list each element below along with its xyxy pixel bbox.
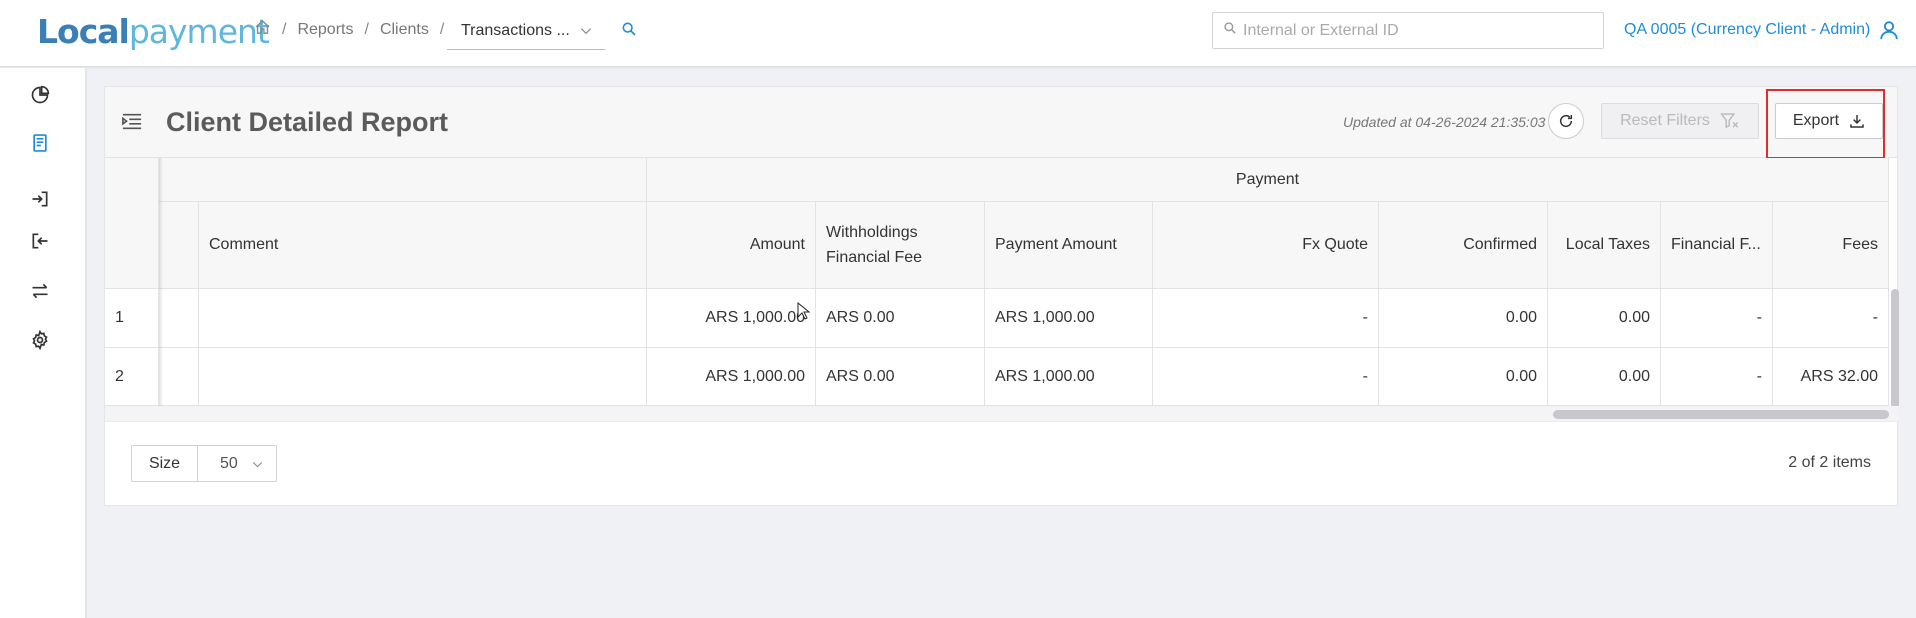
top-header: Localpayment / Reports / Clients / Trans…: [0, 0, 1916, 67]
table-cell-payment-amount: ARS 1,000.00: [985, 348, 1153, 406]
panel-header: Client Detailed Report Updated at 04-26-…: [105, 87, 1897, 159]
user-icon: [1880, 21, 1899, 40]
sidebar-item-transfers[interactable]: [28, 279, 52, 303]
page-size-select[interactable]: Size 50: [131, 445, 277, 482]
table-cell: [159, 289, 199, 348]
page-size-value: 50: [220, 454, 238, 472]
group-header-payment: Payment: [647, 158, 1889, 202]
vertical-scrollbar[interactable]: [1891, 289, 1899, 409]
sign-in-icon: [32, 191, 48, 207]
breadcrumb-separator: /: [439, 21, 445, 38]
group-header-empty: [159, 158, 647, 202]
column-header-withholdings[interactable]: Withholdings Financial Fee: [816, 202, 985, 289]
column-header-fees[interactable]: Fees: [1773, 202, 1889, 289]
table-cell-amount: ARS 1,000.00: [647, 289, 816, 348]
row-index: 1: [105, 289, 159, 348]
table-cell-fees: ARS 32.00: [1773, 348, 1889, 406]
mouse-cursor-icon: [797, 301, 811, 325]
table-cell-comment: [199, 289, 647, 348]
table-cell-amount: ARS 1,000.00: [647, 348, 816, 406]
row-index: 2: [105, 348, 159, 406]
frozen-column-shadow: [159, 158, 163, 406]
transfer-icon: [32, 283, 48, 299]
table-cell-comment: [199, 348, 647, 406]
table-cell-fx-quote: -: [1153, 348, 1379, 406]
reset-filters-button[interactable]: Reset Filters: [1601, 103, 1759, 139]
sidebar-item-pay-out[interactable]: [28, 229, 52, 253]
chevron-down-icon: [251, 458, 264, 476]
transactions-select-value: Transactions ...: [461, 21, 570, 39]
reset-filters-label: Reset Filters: [1620, 112, 1710, 129]
search-icon: [1223, 21, 1237, 40]
breadcrumb-reports[interactable]: Reports: [297, 21, 353, 39]
index-header: [105, 158, 159, 289]
column-header-fx-quote[interactable]: Fx Quote: [1153, 202, 1379, 289]
logo-text-payment: payment: [128, 12, 270, 51]
sidebar-item-reports[interactable]: [28, 131, 52, 155]
sidebar-item-pay-in[interactable]: [28, 187, 52, 211]
breadcrumb-clients[interactable]: Clients: [380, 21, 429, 39]
logo-text-local: Local: [37, 12, 130, 51]
table-cell: [159, 348, 199, 406]
sidebar-item-settings[interactable]: [28, 328, 52, 352]
table-cell-payment-amount: ARS 1,000.00: [985, 289, 1153, 348]
chevron-down-icon: [579, 24, 593, 43]
table-cell-financial: -: [1661, 289, 1773, 348]
report-panel: Client Detailed Report Updated at 04-26-…: [104, 86, 1899, 506]
report-table: Payment Comment Amount Withholdings Fina…: [105, 158, 1889, 406]
sidebar: [0, 68, 87, 618]
table-cell-fees: -: [1773, 289, 1889, 348]
horizontal-scrollbar[interactable]: [1553, 410, 1889, 419]
breadcrumb: / Reports / Clients /: [254, 0, 455, 60]
table-cell-local-taxes: 0.00: [1548, 289, 1661, 348]
column-header-local-taxes[interactable]: Local Taxes: [1548, 202, 1661, 289]
sign-out-icon: [32, 233, 48, 249]
page-size-label: Size: [132, 446, 198, 481]
gear-icon: [32, 330, 48, 350]
id-search-input[interactable]: [1243, 21, 1583, 40]
transactions-select[interactable]: Transactions ...: [447, 12, 605, 50]
column-header-payment-amount[interactable]: Payment Amount: [985, 202, 1153, 289]
filter-clear-icon: [1720, 113, 1739, 129]
user-menu[interactable]: QA 0005 (Currency Client - Admin): [1624, 0, 1900, 60]
download-icon: [1850, 115, 1864, 128]
table-cell-withholdings: ARS 0.00: [816, 289, 985, 348]
table-cell-confirmed: 0.00: [1379, 348, 1548, 406]
table-cell-local-taxes: 0.00: [1548, 348, 1661, 406]
breadcrumb-separator: /: [364, 21, 369, 38]
column-header-empty: [159, 202, 199, 289]
table-cell-withholdings: ARS 0.00: [816, 348, 985, 406]
breadcrumb-separator: /: [282, 21, 287, 38]
user-label: QA 0005 (Currency Client - Admin): [1624, 21, 1871, 38]
report-icon: [33, 134, 47, 152]
column-header-financial[interactable]: Financial F...: [1661, 202, 1773, 289]
search-icon[interactable]: [621, 21, 637, 42]
home-icon[interactable]: [254, 19, 271, 41]
refresh-icon: [1559, 114, 1573, 128]
pie-chart-icon: [31, 85, 50, 104]
id-search-field[interactable]: [1212, 12, 1604, 49]
localpayment-logo[interactable]: Localpayment: [37, 12, 270, 51]
page-title: Client Detailed Report: [166, 107, 449, 137]
column-header-amount[interactable]: Amount: [647, 202, 816, 289]
column-header-confirmed[interactable]: Confirmed: [1379, 202, 1548, 289]
table-cell-financial: -: [1661, 348, 1773, 406]
export-label: Export: [1792, 112, 1840, 129]
updated-timestamp: Updated at 04-26-2024 21:35:03: [1343, 114, 1546, 130]
column-header-comment[interactable]: Comment: [199, 202, 647, 289]
table-cell-fx-quote: -: [1153, 289, 1379, 348]
indent-menu-icon[interactable]: [121, 112, 143, 137]
items-count: 2 of 2 items: [1788, 454, 1871, 471]
refresh-button[interactable]: [1548, 103, 1584, 139]
sidebar-item-dashboard[interactable]: [28, 83, 52, 107]
table-cell-confirmed: 0.00: [1379, 289, 1548, 348]
export-button[interactable]: Export: [1775, 103, 1883, 139]
